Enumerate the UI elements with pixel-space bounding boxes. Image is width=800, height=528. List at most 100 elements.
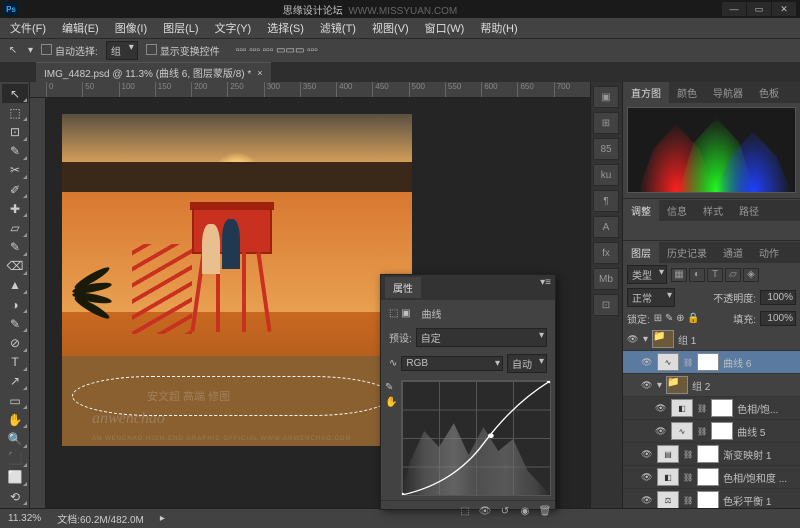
menu-item[interactable]: 编辑(E)	[54, 18, 107, 38]
panel-tab[interactable]: 信息	[659, 200, 695, 221]
dock-icon[interactable]: fx	[593, 242, 619, 264]
titlebar: Ps 思缘设计论坛 WWW.MISSYUAN.COM — ▭ ✕	[0, 0, 800, 18]
dock-icon[interactable]: ku	[593, 164, 619, 186]
dock-icon[interactable]: A	[593, 216, 619, 238]
tool-button[interactable]: ▱	[2, 218, 28, 237]
maximize-button[interactable]: ▭	[747, 2, 771, 16]
dock-icon[interactable]: ⊡	[593, 294, 619, 316]
reset-icon[interactable]: ↺	[498, 504, 512, 518]
tool-button[interactable]: ⬜	[2, 468, 28, 487]
canvas[interactable]: anwenchao 安文超 高端 修图 AN WENCHAO HIGH-END …	[62, 114, 412, 446]
channel-dropdown[interactable]: RGB	[401, 356, 503, 371]
panel-menu-icon[interactable]: ▾≡	[540, 277, 551, 298]
tool-button[interactable]: ✋	[2, 410, 28, 429]
tool-button[interactable]: ⬚	[2, 103, 28, 122]
panel-tab[interactable]: 路径	[731, 200, 767, 221]
blend-mode-dropdown[interactable]: 正常	[627, 288, 675, 307]
panel-tab[interactable]: 样式	[695, 200, 731, 221]
preset-dropdown[interactable]: 自定	[416, 328, 547, 347]
panel-tab[interactable]: 图层	[623, 242, 659, 263]
document-tab[interactable]: IMG_4482.psd @ 11.3% (曲线 6, 图层蒙版/8) * ×	[36, 62, 271, 82]
dock-icon[interactable]: ¶	[593, 190, 619, 212]
tool-button[interactable]: ⌫	[2, 257, 28, 276]
tool-button[interactable]: ✎	[2, 238, 28, 257]
panel-tab[interactable]: 历史记录	[659, 242, 715, 263]
dock-icon[interactable]: Mb	[593, 268, 619, 290]
layer-row[interactable]: 👁▾📁组 2	[623, 374, 800, 397]
tool-button[interactable]: ▭	[2, 391, 28, 410]
prev-icon[interactable]: ◉	[518, 504, 532, 518]
tool-button[interactable]: ✂	[2, 161, 28, 180]
layer-row[interactable]: 👁⚖⛓色彩平衡 1	[623, 489, 800, 508]
tool-button[interactable]: ↗	[2, 372, 28, 391]
watermark-text: 思缘设计论坛 WWW.MISSYUAN.COM	[283, 2, 457, 17]
tool-button[interactable]: ✎	[2, 142, 28, 161]
tool-button[interactable]: 🔍	[2, 429, 28, 448]
panel-tab[interactable]: 通道	[715, 242, 751, 263]
layer-row[interactable]: 👁∿⛓曲线 6	[623, 351, 800, 374]
menu-item[interactable]: 文字(Y)	[207, 18, 260, 38]
tab-close-icon[interactable]: ×	[257, 68, 262, 78]
tool-button[interactable]: ⬛	[2, 449, 28, 468]
zoom-level[interactable]: 11.32%	[8, 513, 41, 524]
curves-graph[interactable]	[401, 380, 551, 496]
tool-button[interactable]: ⊡	[2, 122, 28, 141]
layer-row[interactable]: 👁◧⛓色相/饱和度 ...	[623, 466, 800, 489]
curve-tool-icon[interactable]: ✎	[385, 382, 399, 393]
tool-button[interactable]: ✎	[2, 314, 28, 333]
panel-tab[interactable]: 颜色	[669, 82, 705, 103]
tool-button[interactable]: ⟲	[2, 487, 28, 506]
menu-item[interactable]: 图像(I)	[107, 18, 155, 38]
dock-icon[interactable]: ⊞	[593, 112, 619, 134]
layer-name: 曲线 5	[737, 424, 765, 439]
layer-row[interactable]: 👁∿⛓曲线 5	[623, 420, 800, 443]
fill-input[interactable]: 100%	[760, 311, 796, 326]
tool-button[interactable]: ◑	[2, 295, 28, 314]
tool-button[interactable]: ⊘	[2, 333, 28, 352]
tool-button[interactable]: ▲	[2, 276, 28, 295]
right-panels: 直方图颜色导航器色板 调整信息样式路径 图层历史记录通道动作 类型 ▦◐T▱◈ …	[622, 82, 800, 508]
layer-row[interactable]: 👁▾📁组 1	[623, 328, 800, 351]
watermark-cn: 安文超 高端 修图	[147, 388, 230, 404]
auto-select-dropdown[interactable]: 组	[106, 41, 138, 60]
tool-button[interactable]: T	[2, 353, 28, 372]
move-tool-icon[interactable]: ↖	[6, 44, 20, 58]
menu-item[interactable]: 帮助(H)	[472, 18, 525, 38]
curve-hand-icon[interactable]: ✋	[385, 397, 399, 408]
panel-tab[interactable]: 动作	[751, 242, 787, 263]
tool-button[interactable]: ✐	[2, 180, 28, 199]
opacity-input[interactable]: 100%	[760, 290, 796, 305]
eye-icon[interactable]: 👁	[478, 504, 492, 518]
window-buttons: — ▭ ✕	[722, 2, 796, 16]
tool-button[interactable]: ↖	[2, 84, 28, 103]
trash-icon[interactable]: 🗑	[538, 504, 552, 518]
dock-icon[interactable]: 85	[593, 138, 619, 160]
panel-tab[interactable]: 导航器	[705, 82, 751, 103]
panel-tab[interactable]: 直方图	[623, 82, 669, 103]
auto-button[interactable]: 自动	[507, 354, 547, 373]
options-bar: ↖ ▾ 自动选择: 组 显示变换控件 ▫▫▫ ▫▫▫ ▫▫▫ ▭▭▭ ▫▫▫	[0, 38, 800, 62]
close-button[interactable]: ✕	[772, 2, 796, 16]
show-transform-checkbox[interactable]: 显示变换控件	[146, 43, 220, 58]
layer-row[interactable]: 👁▤⛓渐变映射 1	[623, 443, 800, 466]
layer-filter-dropdown[interactable]: 类型	[627, 265, 667, 284]
menu-item[interactable]: 图层(L)	[155, 18, 206, 38]
panel-tab[interactable]: 色板	[751, 82, 787, 103]
menu-item[interactable]: 视图(V)	[364, 18, 417, 38]
panel-tab[interactable]: 调整	[623, 200, 659, 221]
properties-panel[interactable]: 属性 ▾≡ ⬚ ▣ 曲线 预设: 自定 ∿ RGB 自动 ✎✋ ⬚ 👁 ↺ ◉ …	[380, 274, 556, 510]
menu-item[interactable]: 文件(F)	[2, 18, 54, 38]
minimize-button[interactable]: —	[722, 2, 746, 16]
properties-tab[interactable]: 属性	[385, 277, 421, 298]
curves-icon: ⬚ ▣	[389, 308, 411, 319]
clip-icon[interactable]: ⬚	[458, 504, 472, 518]
layer-row[interactable]: 👁◧⛓色相/饱...	[623, 397, 800, 420]
histogram-display	[627, 107, 796, 193]
dock-icon[interactable]: ▣	[593, 86, 619, 108]
auto-select-checkbox[interactable]: 自动选择:	[41, 43, 98, 58]
adjustment-type: 曲线	[421, 306, 441, 321]
tool-button[interactable]: ✚	[2, 199, 28, 218]
menu-item[interactable]: 选择(S)	[259, 18, 312, 38]
menu-item[interactable]: 窗口(W)	[417, 18, 473, 38]
menu-item[interactable]: 滤镜(T)	[312, 18, 364, 38]
